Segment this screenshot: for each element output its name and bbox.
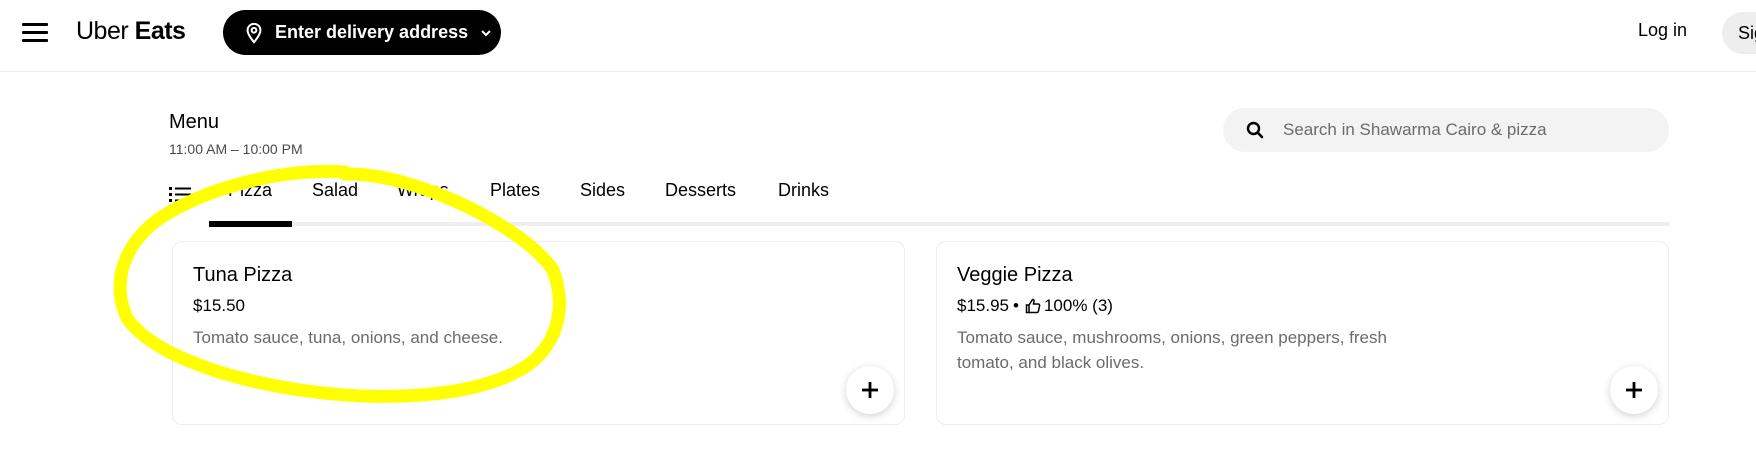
add-item-button[interactable] [846, 366, 894, 414]
uber-eats-logo[interactable]: Uber Eats [76, 17, 186, 46]
tab-salad[interactable]: Salad [312, 180, 358, 201]
price-separator: • [1013, 296, 1019, 315]
tabs-track [209, 222, 1669, 226]
item-price: $15.50 [193, 296, 245, 315]
signup-button[interactable]: Sign up [1722, 12, 1756, 54]
logo-eats-text: Eats [134, 17, 186, 45]
active-tab-indicator [209, 221, 292, 227]
tab-desserts[interactable]: Desserts [665, 180, 736, 201]
plus-icon [1626, 382, 1642, 398]
store-search-input[interactable] [1283, 120, 1643, 140]
tab-sides[interactable]: Sides [580, 180, 625, 201]
item-name: Veggie Pizza [957, 264, 1073, 286]
tab-plates[interactable]: Plates [490, 180, 540, 201]
item-price-line: $15.95 • 100% (3) [957, 296, 1113, 316]
tab-pizza[interactable]: Pizza [228, 180, 272, 201]
tab-wraps[interactable]: Wraps [397, 180, 449, 201]
item-price: $15.95 [957, 296, 1009, 315]
item-price-line: $15.50 [193, 296, 245, 316]
search-icon [1246, 121, 1264, 139]
menu-hours: 11:00 AM – 10:00 PM [169, 141, 303, 157]
login-button[interactable]: Log in [1638, 20, 1687, 41]
thumbs-up-icon [1025, 298, 1041, 314]
list-icon[interactable] [169, 184, 191, 204]
menu-title: Menu [169, 111, 220, 133]
add-item-button[interactable] [1610, 366, 1658, 414]
top-nav-bar: Uber Eats Enter delivery address Log in … [0, 0, 1756, 72]
logo-uber-text: Uber [76, 17, 129, 45]
item-rating: 100% (3) [1043, 296, 1113, 315]
delivery-address-label: Enter delivery address [275, 22, 469, 42]
category-tabs: Pizza Salad Wraps Plates Sides Desserts … [169, 178, 1669, 228]
tab-drinks[interactable]: Drinks [778, 180, 829, 201]
chevron-down-icon [481, 29, 491, 36]
plus-icon [862, 382, 878, 398]
menu-item-card[interactable]: Veggie Pizza $15.95 • 100% (3) Tomato sa… [936, 241, 1669, 425]
item-name: Tuna Pizza [193, 264, 293, 286]
menu-item-card[interactable]: Tuna Pizza $15.50 Tomato sauce, tuna, on… [172, 241, 905, 425]
store-search-bar[interactable] [1223, 108, 1669, 152]
location-pin-icon [246, 22, 262, 44]
delivery-address-button[interactable]: Enter delivery address [223, 10, 501, 55]
item-description: Tomato sauce, tuna, onions, and cheese. [193, 328, 503, 347]
item-description: Tomato sauce, mushrooms, onions, green p… [957, 328, 1387, 372]
hamburger-icon[interactable] [22, 22, 48, 44]
